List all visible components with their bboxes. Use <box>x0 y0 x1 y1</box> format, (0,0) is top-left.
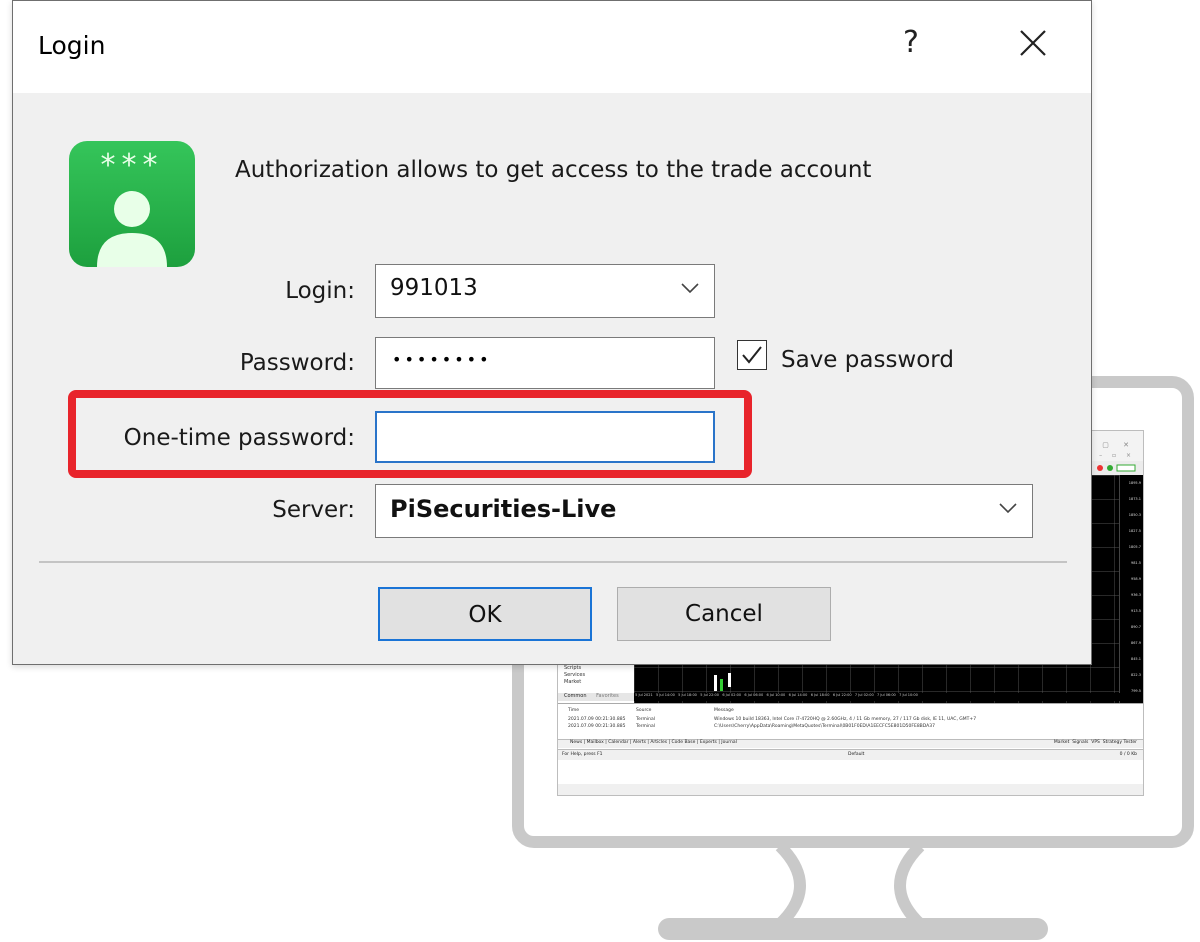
price-scale: 1895.9 1873.1 1850.3 1827.5 1805.7 981.5 958.9… <box>1119 475 1143 721</box>
journal-header-source: Source <box>636 708 652 713</box>
login-combobox[interactable]: 991013 <box>375 264 715 318</box>
checkmark-icon <box>742 346 762 364</box>
price-label: 936.3 <box>1130 593 1141 597</box>
dialog-title: Login <box>38 31 106 60</box>
dialog-titlebar: Login ? <box>13 1 1091 93</box>
price-label: 799.5 <box>1130 689 1141 693</box>
navigator-tabs: Common Favorites <box>558 693 634 701</box>
chart-candle <box>720 679 723 691</box>
price-label: 913.5 <box>1130 609 1141 613</box>
navigator-item[interactable]: Services <box>564 672 585 678</box>
password-value: •••••••• <box>392 350 492 369</box>
chart-window-controls: – ▫ × <box>1099 452 1135 459</box>
save-password-label[interactable]: Save password <box>781 347 954 373</box>
journal-header-message: Message <box>714 708 734 713</box>
close-icon[interactable] <box>1013 23 1053 63</box>
price-label: 1850.3 <box>1128 513 1141 517</box>
server-label: Server: <box>272 497 355 523</box>
price-label: 845.1 <box>1130 657 1141 661</box>
tab-strategy-tester[interactable]: Strategy Tester <box>1103 740 1137 745</box>
user-silhouette-icon: *** <box>97 148 167 267</box>
server-combobox[interactable]: PiSecurities-Live <box>375 484 1033 538</box>
dialog-separator <box>39 561 1067 563</box>
price-label: 1895.9 <box>1128 481 1141 485</box>
status-help: For Help, press F1 <box>562 752 603 757</box>
login-label: Login: <box>285 278 355 304</box>
window-controls: – ▢ ✕ <box>1084 441 1135 449</box>
price-label: 1873.1 <box>1128 497 1141 501</box>
status-profile: Default <box>848 752 865 757</box>
monitor-stand-neck <box>775 846 925 924</box>
journal-row-source: Terminal <box>636 717 656 722</box>
info-text: Authorization allows to get access to th… <box>235 157 872 183</box>
chevron-down-icon[interactable] <box>680 281 700 295</box>
tab-alerts[interactable]: Alerts <box>633 740 646 745</box>
price-label: 867.9 <box>1130 641 1141 645</box>
tab-news[interactable]: News <box>570 740 582 745</box>
terminal-tabs: News | Mailbox | Calendar | Alerts | Art… <box>558 739 1143 748</box>
password-label: Password: <box>239 350 355 376</box>
tab-signals[interactable]: Signals <box>1072 740 1088 745</box>
journal-header-time: Time <box>568 708 580 713</box>
chevron-down-icon[interactable] <box>998 501 1018 515</box>
tab-market[interactable]: Market <box>1054 740 1069 745</box>
account-avatar-icon: *** <box>69 141 195 267</box>
login-dialog: Login ? *** Authorization allows to get … <box>12 0 1092 665</box>
tab-code-base[interactable]: Code Base <box>672 740 696 745</box>
save-password-checkbox[interactable] <box>737 340 767 370</box>
svg-text:***: *** <box>101 148 164 183</box>
price-label: 890.7 <box>1130 625 1141 629</box>
price-label: 981.5 <box>1130 561 1141 565</box>
navigator-item[interactable]: Market <box>564 679 581 685</box>
help-button[interactable]: ? <box>903 25 919 60</box>
price-label: 958.9 <box>1130 577 1141 581</box>
otp-field[interactable] <box>375 411 715 463</box>
server-value: PiSecurities-Live <box>390 495 617 523</box>
tab-vps[interactable]: VPS <box>1091 740 1100 745</box>
navigator-item[interactable]: Scripts <box>564 665 581 671</box>
password-field[interactable]: •••••••• <box>375 337 715 389</box>
toolbar-icons <box>1097 464 1136 472</box>
ok-button[interactable]: OK <box>378 587 592 641</box>
tab-mailbox[interactable]: Mailbox <box>587 740 604 745</box>
price-label: 822.3 <box>1130 673 1141 677</box>
login-value: 991013 <box>390 275 478 301</box>
journal-row-message: Windows 10 build 18363, Intel Core i7-47… <box>714 717 977 722</box>
chart-candle <box>728 673 731 687</box>
journal-row-message: C:\Users\Cherry\AppData\Roaming\MetaQuot… <box>714 724 935 729</box>
time-axis: 5 Jul 2021 5 Jul 14:00 5 Jul 18:00 5 Jul… <box>634 693 1122 701</box>
tab-calendar[interactable]: Calendar <box>608 740 628 745</box>
price-label: 1827.5 <box>1128 529 1141 533</box>
navigator-tab-common[interactable]: Common <box>564 693 587 699</box>
otp-label: One-time password: <box>123 425 355 451</box>
status-traffic: 0 / 0 Kb <box>1119 752 1137 757</box>
tab-articles[interactable]: Articles <box>650 740 667 745</box>
journal-row-time: 2021.07.09 00:21:30.885 <box>568 717 626 722</box>
tab-experts[interactable]: Experts <box>700 740 717 745</box>
chart-candle <box>714 675 717 691</box>
journal-row-source: Terminal <box>636 724 656 729</box>
tab-journal[interactable]: Journal <box>721 740 737 745</box>
status-bar: For Help, press F1 Default 0 / 0 Kb <box>558 749 1143 760</box>
monitor-stand-base <box>658 918 1048 940</box>
navigator-tab-favorites[interactable]: Favorites <box>596 693 619 699</box>
price-label: 1805.7 <box>1128 545 1141 549</box>
cancel-button[interactable]: Cancel <box>617 587 831 641</box>
journal-row-time: 2021.07.09 00:21:30.885 <box>568 724 626 729</box>
